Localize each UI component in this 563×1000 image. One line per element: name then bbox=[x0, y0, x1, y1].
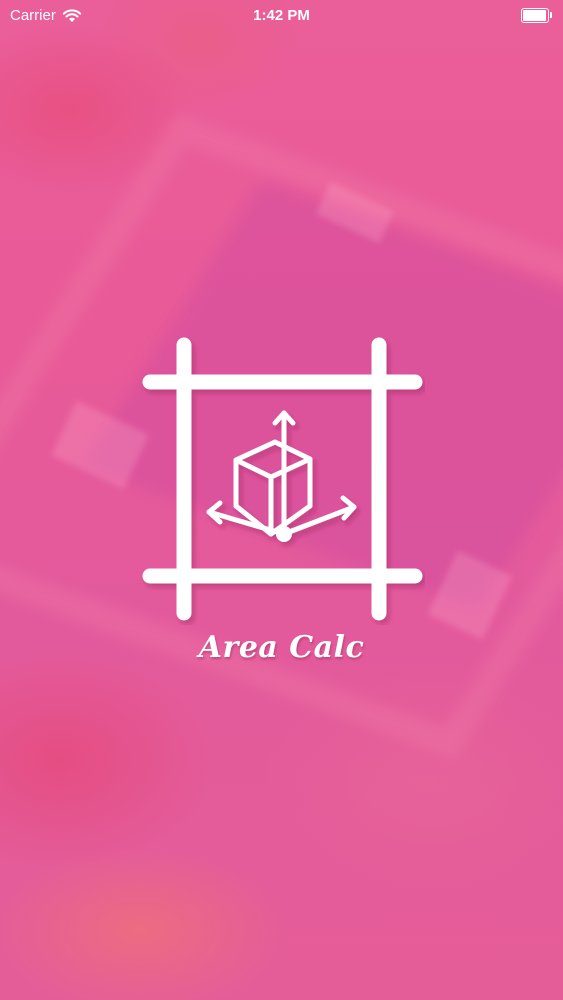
status-time: 1:42 PM bbox=[253, 7, 310, 24]
area-measure-cube-icon bbox=[142, 337, 423, 621]
splash-screen: Carrier 1:42 PM Area Calc bbox=[0, 0, 563, 1000]
battery-icon bbox=[521, 8, 553, 23]
status-bar: Carrier 1:42 PM bbox=[0, 0, 563, 32]
battery-level-fill bbox=[523, 10, 546, 21]
app-title: Area Calc bbox=[198, 630, 365, 665]
